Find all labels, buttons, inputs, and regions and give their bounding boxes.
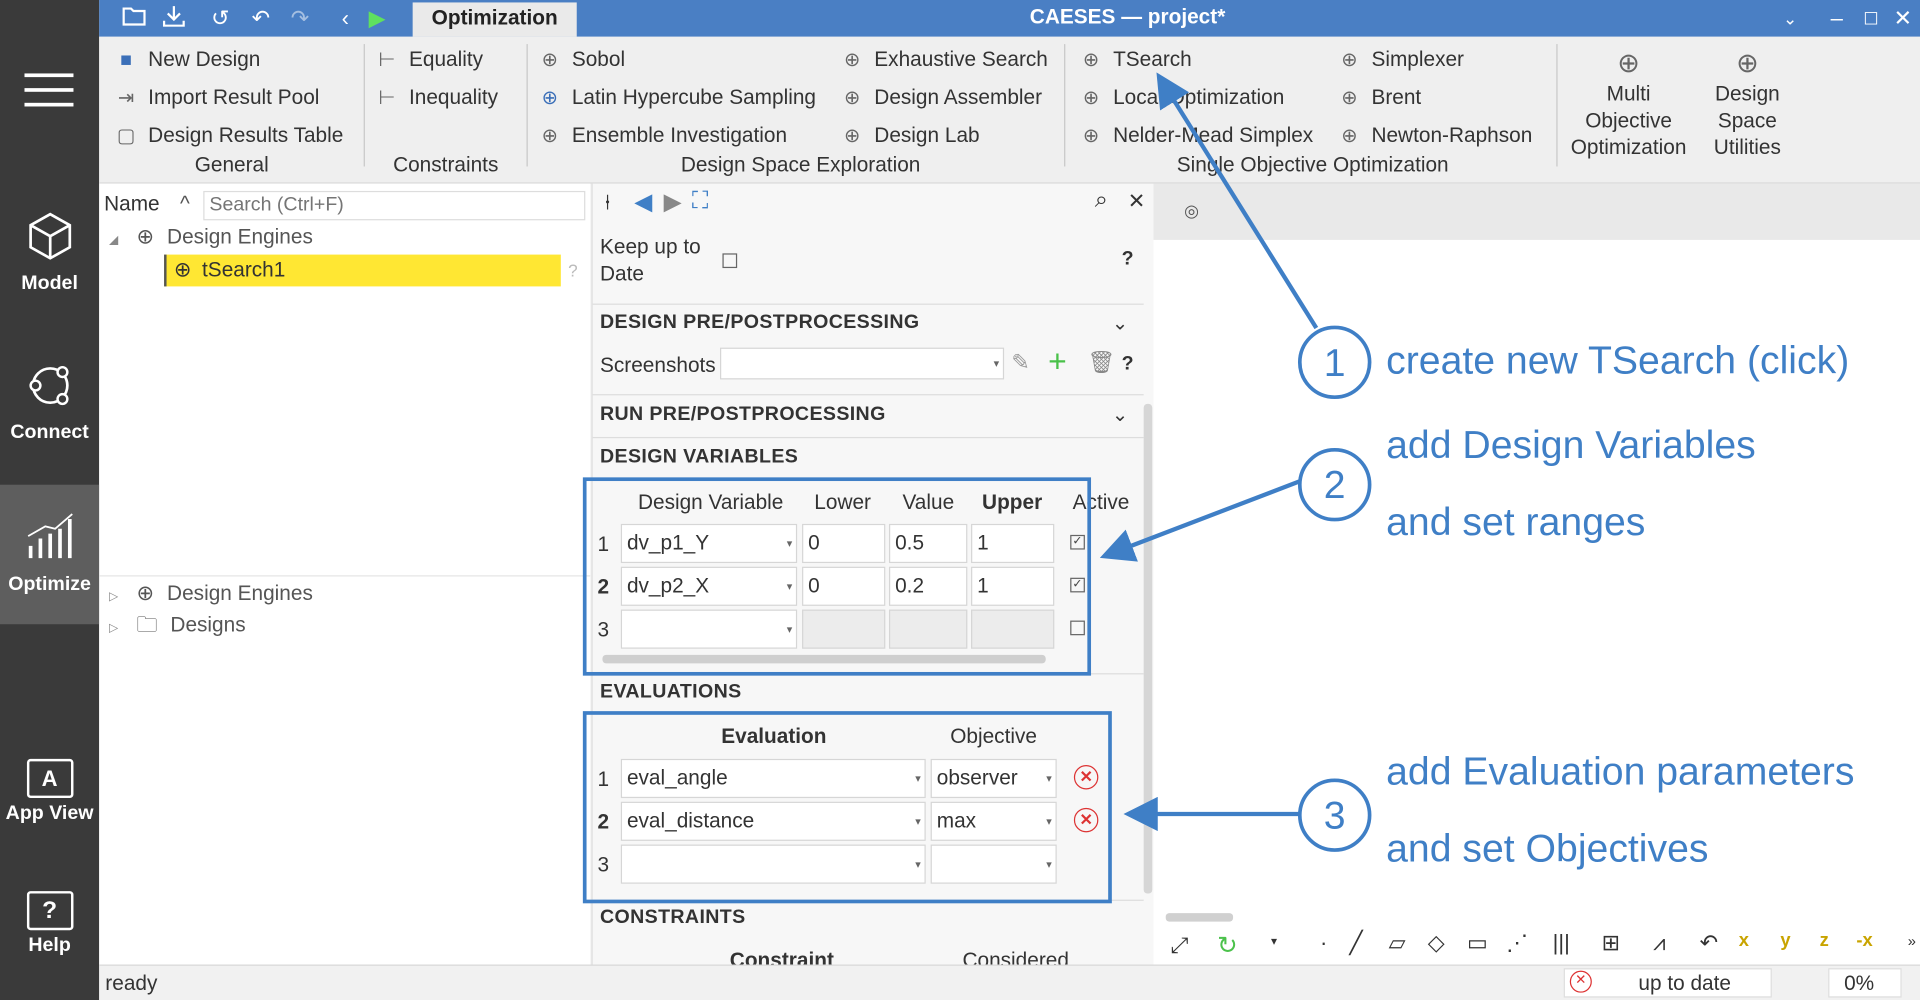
progress-indicator: 0%: [1828, 968, 1902, 998]
callout-3: 3: [1297, 778, 1372, 852]
status-state: ✕ up to date: [1563, 968, 1772, 998]
evaluations-highlight: [582, 711, 1112, 904]
design-variables-highlight: [582, 477, 1092, 676]
arrow-2: [1099, 479, 1302, 562]
callout-1: 1: [1297, 325, 1372, 400]
status-state-label: up to date: [1638, 971, 1731, 996]
annotation-1: create new TSearch (click): [1386, 337, 1850, 382]
progress-label: 0%: [1844, 971, 1875, 996]
annotation-3b: and set Objectives: [1386, 826, 1709, 871]
annotation-2a: add Design Variables: [1386, 422, 1756, 467]
status-text: ready: [105, 971, 158, 996]
annotation-3a: add Evaluation parameters: [1386, 749, 1855, 794]
error-icon: ✕: [1569, 970, 1592, 993]
arrow-1: [1156, 72, 1319, 330]
annotation-2b: and set ranges: [1386, 499, 1646, 544]
status-bar: ready ✕ up to date 0%: [99, 964, 1920, 1000]
callout-2: 2: [1297, 447, 1372, 522]
